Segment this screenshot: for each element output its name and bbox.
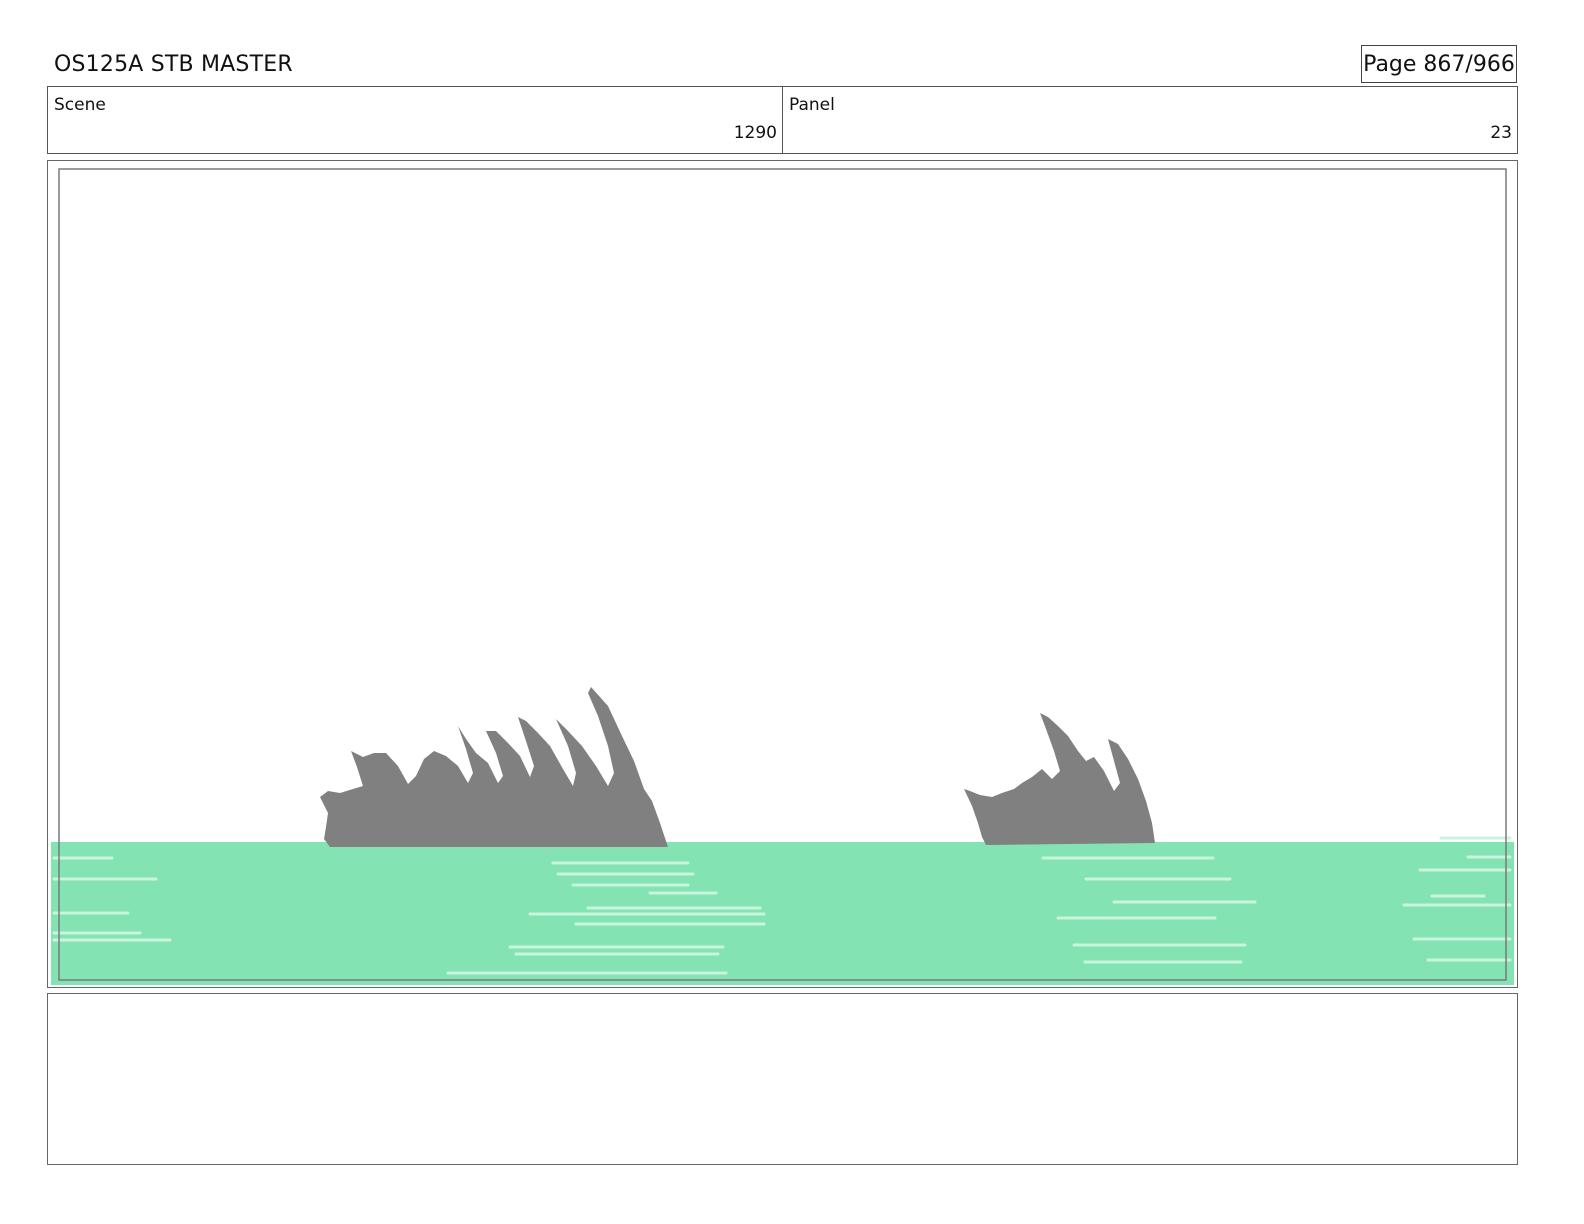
storyboard-frame [47, 160, 1518, 988]
scene-number: 1290 [733, 123, 777, 143]
right-rock [964, 713, 1155, 845]
panel-cell: Panel 23 [783, 87, 1517, 153]
scene-cell: Scene 1290 [48, 87, 783, 153]
left-rock [320, 687, 668, 847]
panel-label: Panel [789, 95, 835, 115]
notes-box [47, 993, 1518, 1165]
page-number: Page 867/966 [1361, 45, 1517, 83]
panel-number: 23 [1490, 123, 1512, 143]
scene-panel-info: Scene 1290 Panel 23 [47, 86, 1518, 154]
water-surface [51, 842, 1514, 985]
storyboard-drawing [51, 168, 1514, 985]
scene-label: Scene [54, 95, 106, 115]
document-title: OS125A STB MASTER [54, 52, 293, 77]
